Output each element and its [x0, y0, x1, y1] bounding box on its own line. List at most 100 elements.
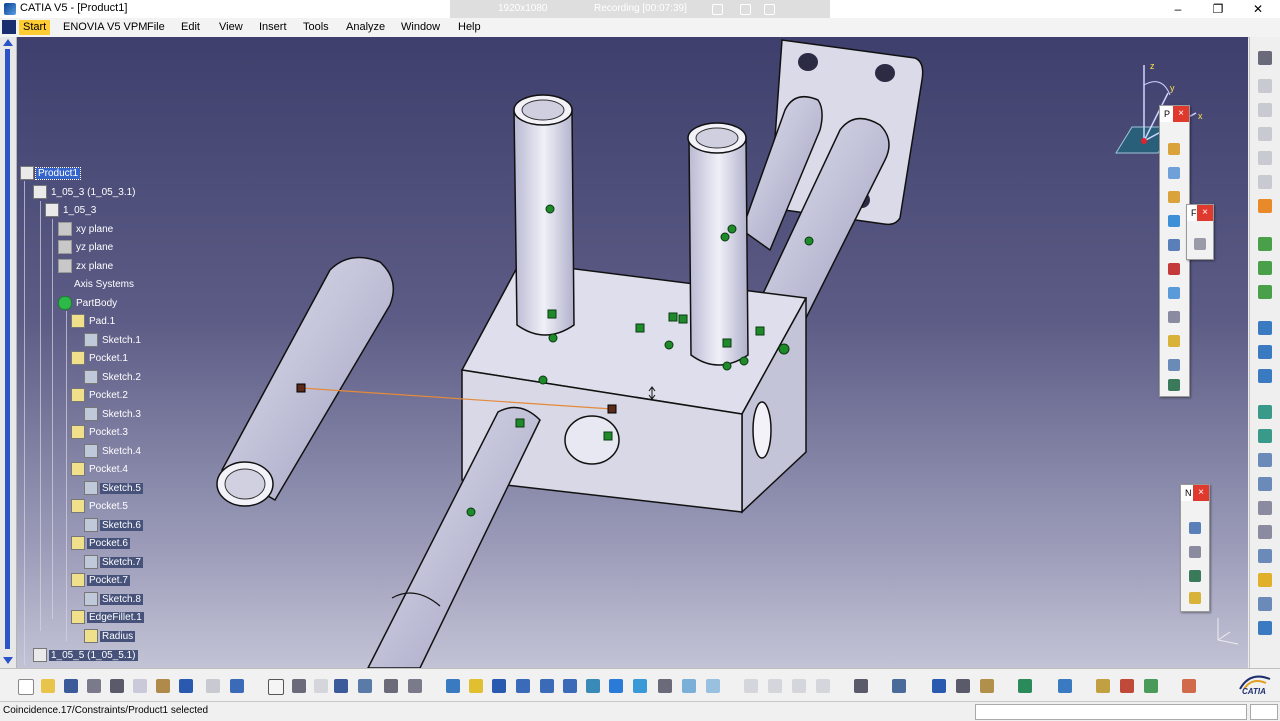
- tree-node-partbody[interactable]: PartBody: [58, 296, 119, 312]
- iso-view-icon[interactable]: [631, 677, 649, 695]
- undo-icon[interactable]: [177, 677, 195, 695]
- tree-node-feature[interactable]: Pocket.7: [71, 573, 130, 589]
- paste-icon[interactable]: [154, 677, 172, 695]
- tube-vertical-right[interactable]: [687, 122, 749, 366]
- constraint-icon[interactable]: [1256, 451, 1274, 469]
- scroll-thumb[interactable]: [5, 49, 10, 649]
- stop-icon[interactable]: [712, 4, 723, 15]
- zoom-in-icon[interactable]: [538, 677, 556, 695]
- maximize-button[interactable]: ❐: [1206, 1, 1230, 17]
- mass-icon[interactable]: [978, 677, 996, 695]
- constraint-marker[interactable]: [296, 383, 306, 393]
- tree-node-part[interactable]: 1_05_3: [45, 203, 98, 219]
- menu-file[interactable]: File: [147, 21, 165, 33]
- tree-node-feature[interactable]: Pocket.2: [71, 388, 130, 404]
- tube-detached-left[interactable]: [216, 256, 395, 507]
- cut-icon[interactable]: [108, 677, 126, 695]
- copy-icon[interactable]: [131, 677, 149, 695]
- move-icon[interactable]: [1256, 343, 1274, 361]
- menu-help[interactable]: Help: [458, 21, 481, 33]
- tree-node-sketch[interactable]: Sketch.5: [84, 481, 143, 497]
- move-icon[interactable]: [1256, 319, 1274, 337]
- tree-scroll-strip[interactable]: [0, 37, 17, 668]
- constraint-tool-button[interactable]: [1165, 260, 1183, 278]
- constraint-tool-button[interactable]: [1165, 308, 1183, 326]
- command-button[interactable]: [1250, 704, 1278, 720]
- floating-toolbar-n[interactable]: N ×: [1180, 484, 1210, 612]
- constraint-icon[interactable]: [1256, 499, 1274, 517]
- constraint-tool-button[interactable]: [1165, 332, 1183, 350]
- rotate-icon[interactable]: [514, 677, 532, 695]
- constraint-tool-button[interactable]: [1165, 164, 1183, 182]
- insert-component-icon[interactable]: [1256, 283, 1274, 301]
- product-icon[interactable]: [382, 677, 400, 695]
- constraint-icon[interactable]: [1256, 595, 1274, 613]
- disabled-icon[interactable]: [790, 677, 808, 695]
- scene-icon[interactable]: [1142, 677, 1160, 695]
- tree-node-sketch[interactable]: Sketch.1: [84, 333, 143, 349]
- constraint-tool-button[interactable]: [1165, 236, 1183, 254]
- tree-node-sketch[interactable]: Sketch.7: [84, 555, 143, 571]
- tree-node-parameter[interactable]: Radius: [84, 629, 136, 645]
- select-icon[interactable]: [1256, 197, 1274, 215]
- constraint-icon[interactable]: [1256, 403, 1274, 421]
- tube-vertical-left[interactable]: [513, 94, 575, 336]
- constraint-tool-button[interactable]: [1165, 284, 1183, 302]
- analysis-tool-button[interactable]: [1186, 543, 1204, 561]
- tool-icon[interactable]: [1256, 101, 1274, 119]
- menu-insert[interactable]: Insert: [259, 21, 287, 33]
- tree-node-feature[interactable]: Pocket.1: [71, 351, 130, 367]
- constraint-tool-button[interactable]: [1165, 212, 1183, 230]
- measure-icon[interactable]: [954, 677, 972, 695]
- tree-node-component[interactable]: 1_05_3 (1_05_3.1): [33, 185, 138, 201]
- constraint-tool-button[interactable]: [1165, 356, 1183, 374]
- formula-icon[interactable]: [266, 677, 284, 695]
- constraint-icon[interactable]: [1256, 547, 1274, 565]
- fly-icon[interactable]: [444, 677, 462, 695]
- tree-node-sketch[interactable]: Sketch.8: [84, 592, 143, 608]
- gear-icon[interactable]: [1256, 49, 1274, 67]
- catalog-icon[interactable]: [890, 677, 908, 695]
- disabled-icon[interactable]: [814, 677, 832, 695]
- camera-icon[interactable]: [740, 4, 751, 15]
- analysis-tool-button[interactable]: [1186, 519, 1204, 537]
- print-icon[interactable]: [85, 677, 103, 695]
- scroll-down-icon[interactable]: [3, 657, 13, 664]
- tree-node-plane[interactable]: xy plane: [58, 222, 115, 238]
- comment-icon[interactable]: [290, 677, 308, 695]
- new-file-icon[interactable]: [16, 677, 34, 695]
- tree-node-plane[interactable]: zx plane: [58, 259, 115, 275]
- tree-node-component[interactable]: 1_05_5 (1_05_5.1): [33, 648, 138, 664]
- tool-icon[interactable]: [1256, 149, 1274, 167]
- swap-space-icon[interactable]: [704, 677, 722, 695]
- sketch-plane-icon[interactable]: [1056, 677, 1074, 695]
- move-icon[interactable]: [1256, 367, 1274, 385]
- hide-show-icon[interactable]: [680, 677, 698, 695]
- tree-node-feature[interactable]: Pocket.6: [71, 536, 130, 552]
- tool-icon[interactable]: [1256, 173, 1274, 191]
- command-input[interactable]: [975, 704, 1247, 720]
- close-icon[interactable]: ×: [1193, 485, 1209, 501]
- grid-icon[interactable]: [1180, 677, 1198, 695]
- disabled-icon[interactable]: [312, 677, 330, 695]
- tree-node-sketch[interactable]: Sketch.6: [84, 518, 143, 534]
- pan-icon[interactable]: [490, 677, 508, 695]
- tree-node-sketch[interactable]: Sketch.4: [84, 444, 143, 460]
- multi-view-icon[interactable]: [607, 677, 625, 695]
- measure-icon[interactable]: [930, 677, 948, 695]
- tree-node-feature[interactable]: Pad.1: [71, 314, 117, 330]
- tree-node-plane[interactable]: yz plane: [58, 240, 115, 256]
- constraint-icon[interactable]: [1256, 523, 1274, 541]
- floating-toolbar-f[interactable]: F ×: [1186, 204, 1214, 260]
- constraint-icon[interactable]: [1256, 571, 1274, 589]
- tree-node-feature[interactable]: Pocket.4: [71, 462, 130, 478]
- menu-tools[interactable]: Tools: [303, 21, 329, 33]
- help-icon[interactable]: [228, 677, 246, 695]
- fit-all-icon[interactable]: [467, 677, 485, 695]
- menu-view[interactable]: View: [219, 21, 243, 33]
- constraint-icon[interactable]: [1256, 475, 1274, 493]
- save-icon[interactable]: [62, 677, 80, 695]
- scroll-up-icon[interactable]: [3, 39, 13, 46]
- close-button[interactable]: ✕: [1246, 1, 1270, 17]
- insert-component-icon[interactable]: [1256, 259, 1274, 277]
